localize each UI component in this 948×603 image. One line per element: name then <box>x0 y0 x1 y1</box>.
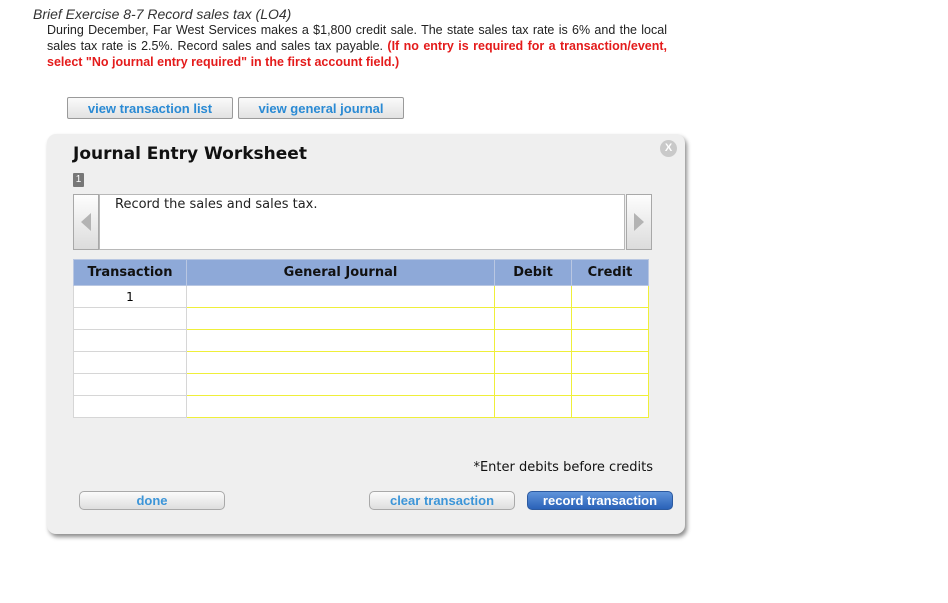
done-button[interactable]: done <box>79 491 225 510</box>
instruction-box: Record the sales and sales tax. <box>99 194 625 250</box>
credit-input[interactable] <box>571 307 649 330</box>
exercise-title: Brief Exercise 8-7 Record sales tax (LO4… <box>33 6 292 22</box>
general-journal-input[interactable] <box>186 285 495 308</box>
next-arrow-button[interactable] <box>626 194 652 250</box>
table-header-row: Transaction General Journal Debit Credit <box>73 259 649 286</box>
previous-arrow-button[interactable] <box>73 194 99 250</box>
close-icon[interactable]: X <box>660 140 677 157</box>
general-journal-input[interactable] <box>186 329 495 352</box>
debits-before-credits-note: *Enter debits before credits <box>473 460 653 475</box>
instruction-text: Record the sales and sales tax. <box>115 197 318 212</box>
journal-entry-worksheet-panel: Journal Entry Worksheet X 1 Record the s… <box>47 134 685 534</box>
transaction-cell <box>73 373 187 396</box>
journal-entry-table: Transaction General Journal Debit Credit… <box>73 259 649 418</box>
credit-input[interactable] <box>571 395 649 418</box>
view-transaction-list-button[interactable]: view transaction list <box>67 97 233 119</box>
chevron-left-icon <box>81 213 91 231</box>
header-transaction: Transaction <box>73 259 187 286</box>
transaction-cell <box>73 307 187 330</box>
transaction-cell: 1 <box>73 285 187 308</box>
record-transaction-button[interactable]: record transaction <box>527 491 673 510</box>
transaction-cell <box>73 329 187 352</box>
table-row: 1 <box>73 285 649 308</box>
general-journal-input[interactable] <box>186 395 495 418</box>
exercise-description: During December, Far West Services makes… <box>47 22 667 70</box>
transaction-cell <box>73 395 187 418</box>
credit-input[interactable] <box>571 373 649 396</box>
debit-input[interactable] <box>494 307 572 330</box>
header-general-journal: General Journal <box>186 259 495 286</box>
header-credit: Credit <box>571 259 649 286</box>
view-general-journal-button[interactable]: view general journal <box>238 97 404 119</box>
table-row <box>73 395 649 418</box>
chevron-right-icon <box>634 213 644 231</box>
general-journal-input[interactable] <box>186 307 495 330</box>
debit-input[interactable] <box>494 395 572 418</box>
table-row <box>73 329 649 352</box>
clear-transaction-button[interactable]: clear transaction <box>369 491 515 510</box>
debit-input[interactable] <box>494 373 572 396</box>
table-row <box>73 351 649 374</box>
debit-input[interactable] <box>494 329 572 352</box>
worksheet-title: Journal Entry Worksheet <box>73 144 307 164</box>
general-journal-input[interactable] <box>186 351 495 374</box>
general-journal-input[interactable] <box>186 373 495 396</box>
credit-input[interactable] <box>571 351 649 374</box>
page-number-badge[interactable]: 1 <box>73 173 84 187</box>
debit-input[interactable] <box>494 285 572 308</box>
debit-input[interactable] <box>494 351 572 374</box>
credit-input[interactable] <box>571 285 649 308</box>
table-row <box>73 373 649 396</box>
table-row <box>73 307 649 330</box>
transaction-cell <box>73 351 187 374</box>
header-debit: Debit <box>494 259 572 286</box>
credit-input[interactable] <box>571 329 649 352</box>
